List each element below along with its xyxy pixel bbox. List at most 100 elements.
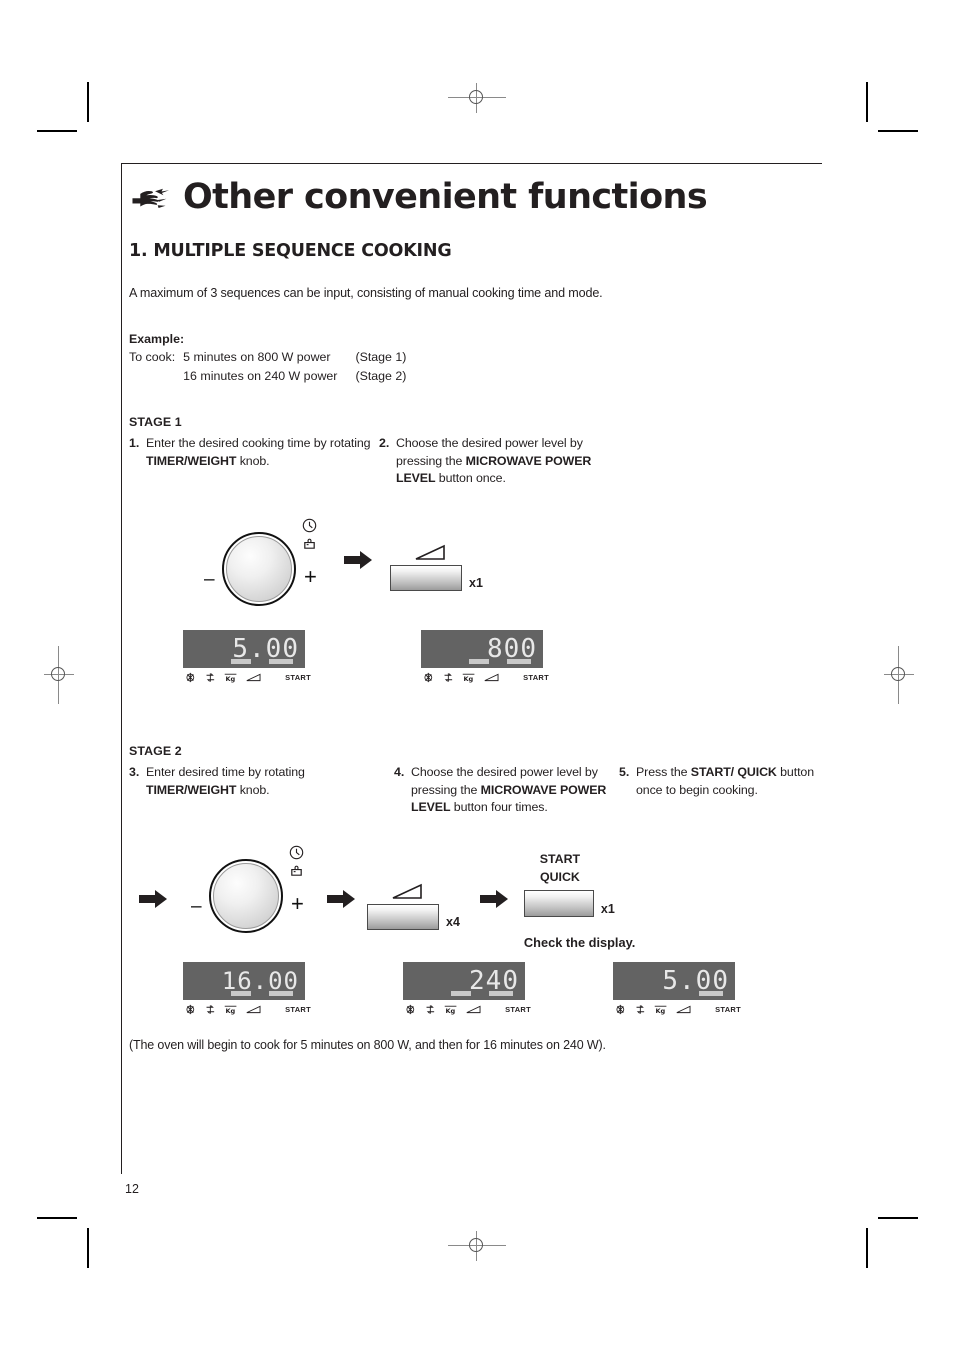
auto-cook-icon [206,673,214,682]
step-2-text: Choose the desired power level by pressi… [396,436,592,486]
display-panel-stage2-final: 5.00 Kg START [613,961,741,1016]
example-lead: To cook: [129,350,176,364]
arrow-right-icon [479,889,508,908]
power-level-icon [247,1005,261,1013]
crop-mark-top-right-h [878,130,918,132]
auto-cook-icon [636,1005,644,1014]
svg-text:Kg: Kg [226,675,236,683]
crop-mark-top-left-v [87,82,89,122]
lcd-start-indicator: START [505,1004,532,1014]
lcd-indicator-row: Kg START [403,1003,531,1016]
defrost-icon [406,1004,415,1014]
power-level-triangle-icon [392,883,422,899]
start-button-face[interactable] [523,889,594,917]
knob-dial[interactable] [226,536,292,603]
example-label: Example: [129,332,185,346]
lcd-indicator-row: Kg START [421,671,549,684]
start-label-line2: QUICK [539,869,580,884]
stage-1-label: STAGE 1 [129,415,182,430]
lcd-start-indicator: START [285,673,312,683]
example-stage-2: (Stage 2) [355,368,407,383]
lcd-start-indicator: START [285,1004,312,1014]
stage-2-label: STAGE 2 [129,744,182,759]
page-title-row: Other convenient functions [129,180,829,215]
step-1-number: 1. [129,436,140,451]
knob-dial[interactable] [213,862,279,929]
table-row: 16 minutes on 240 W power (Stage 2) [129,367,406,386]
crop-mark-top-right-v [866,82,868,122]
lcd-segment-bar [231,990,251,996]
lcd-segment-bar [507,659,531,665]
microwave-power-level-button-stage1[interactable]: x1 [390,544,483,592]
crop-mark-top-left-h [37,130,77,132]
timer-weight-knob-stage1[interactable]: – + [204,514,324,614]
check-display-note: Check the display. [523,934,636,950]
step-2: 2. Choose the desired power level by pre… [379,435,619,488]
crop-mark-bottom-right-v [866,1228,868,1268]
start-press-count: x1 [600,901,615,916]
kg-icon: Kg [445,1005,457,1015]
registration-mark-left [44,646,74,704]
power-level-triangle-icon [415,544,445,560]
step-1: 1. Enter the desired cooking time by rot… [129,435,379,488]
display-panel-stage2-time: 16.00 Kg START [183,961,312,1016]
kg-icon: Kg [225,1005,237,1015]
stage-1-steps: 1. Enter the desired cooking time by rot… [129,435,829,488]
step-3-number: 3. [129,765,140,780]
power-level-press-count-stage1: x1 [469,576,483,591]
lcd-indicator-row: Kg START [613,1003,741,1016]
defrost-icon [616,1004,625,1014]
lcd-segment-bar [231,659,251,665]
lcd-segment-bar [451,990,471,996]
kg-icon: Kg [655,1005,667,1015]
lcd-start-indicator: START [523,673,550,683]
start-quick-button[interactable]: x1 [523,889,635,917]
start-label-line1: START [539,851,581,866]
lcd-screen: 5.00 [183,630,305,669]
arrow-right-icon [344,551,372,570]
crop-mark-bottom-right-h [878,1217,918,1219]
svg-text:Kg: Kg [226,1007,236,1015]
step-4-text: Choose the desired power level by pressi… [411,765,607,815]
lcd-segment-bar [699,990,723,996]
page-title: Other convenient functions [183,177,708,217]
page-number: 12 [125,1182,139,1196]
power-level-press-count-stage2: x4 [446,914,460,929]
weight-icon [304,538,315,549]
registration-mark-right [884,646,914,704]
svg-text:Kg: Kg [656,1007,666,1015]
closing-note: (The oven will begin to cook for 5 minut… [129,1037,606,1052]
defrost-icon [186,672,195,683]
example-stage-1: (Stage 1) [355,350,407,364]
registration-mark-top [448,83,506,113]
defrost-icon [186,1004,195,1014]
knob-minus-label: – [204,569,215,591]
step-1-text: Enter the desired cooking time by rotati… [146,436,371,468]
lcd-segment-bar [469,659,489,665]
step-3: 3. Enter desired time by rotating TIMER/… [129,764,394,817]
lcd-segment-bar [269,659,293,665]
step-4: 4. Choose the desired power level by pre… [394,764,619,817]
svg-text:Kg: Kg [464,675,474,683]
intro-paragraph: A maximum of 3 sequences can be input, c… [129,286,603,300]
kg-icon: Kg [225,673,237,683]
timer-weight-knob-stage2[interactable]: – + [191,841,311,941]
knob-plus-label: + [304,564,317,590]
crop-mark-bottom-left-v [87,1228,89,1268]
step-2-number: 2. [379,436,390,451]
knob-minus-label: – [191,895,202,917]
lcd-indicator-row: Kg START [183,671,311,684]
kg-icon: Kg [463,673,475,683]
step-5-text: Press the START/ QUICK button once to be… [636,765,814,797]
lcd-screen: 240 [403,961,525,1000]
arrow-right-icon [327,889,355,908]
power-level-icon [467,1005,481,1013]
clock-icon [302,518,317,533]
crop-mark-bottom-left-h [37,1217,77,1219]
display-panel-stage2-power: 240 Kg START [403,961,531,1016]
power-level-button-face[interactable] [367,903,439,930]
auto-cook-icon [206,1005,214,1014]
microwave-power-level-button-stage2[interactable]: x4 [367,883,460,930]
step-5: 5. Press the START/ QUICK button once to… [619,764,819,817]
power-level-button-face[interactable] [390,565,462,592]
